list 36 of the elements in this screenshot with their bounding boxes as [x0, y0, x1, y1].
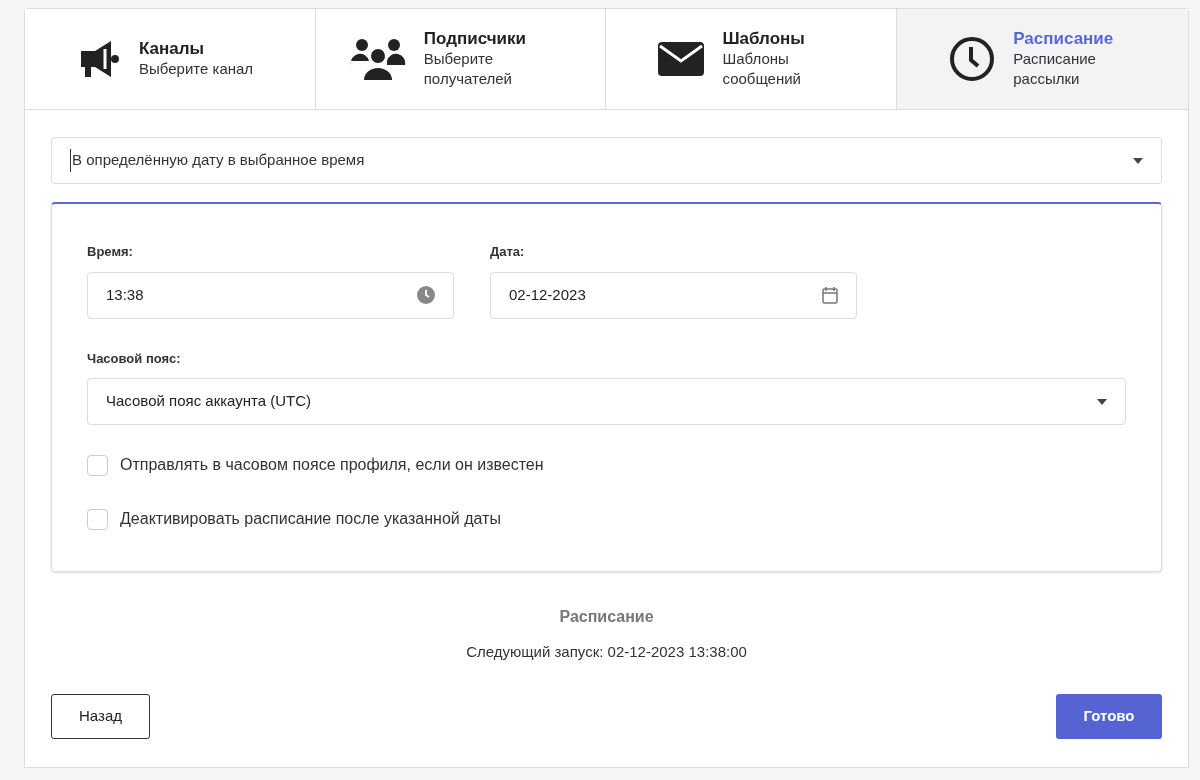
calendar-icon — [822, 286, 838, 304]
caret-icon — [1097, 398, 1107, 405]
step-subtitle: Выберите получателей — [423, 49, 513, 89]
schedule-type-select[interactable]: В определённую дату в выбранное время — [51, 137, 1162, 184]
time-field[interactable]: 13:38 — [87, 271, 454, 319]
step-subtitle: Расписание рассылки — [1013, 49, 1097, 89]
caret-icon — [1133, 157, 1143, 164]
step-title: Расписание — [1013, 29, 1115, 49]
date-field[interactable]: 02-12-2023 — [490, 271, 857, 319]
checkbox[interactable] — [87, 454, 108, 476]
field-value: 13:38 — [106, 284, 144, 305]
step-title: Каналы — [139, 39, 206, 59]
checkbox-label: Отправлять в часовом поясе профиля, если он известен — [120, 455, 544, 475]
users-icon — [349, 37, 406, 81]
next-run-text: Следующий запуск: 02-12-2023 13:38:00 — [465, 642, 748, 662]
done-button[interactable]: Готово — [1056, 694, 1162, 739]
step-title: Шаблоны — [722, 29, 806, 49]
step-title: Подписчики — [423, 29, 527, 49]
field-value: 02-12-2023 — [509, 284, 586, 305]
wizard-step[interactable]: Расписание Расписание рассылки — [897, 9, 1188, 109]
field-label: Дата: — [490, 243, 526, 261]
checkbox-label: Деактивировать расписание после указанной даты — [120, 509, 501, 529]
timezone-select[interactable]: Часовой пояс аккаунта (UTC) — [87, 378, 1126, 425]
clock-icon — [417, 286, 435, 304]
wizard-step[interactable]: Каналы Выберите канал — [25, 9, 316, 109]
checkbox[interactable] — [87, 508, 108, 530]
summary-title: Расписание — [558, 607, 655, 627]
field-value: Часовой пояс аккаунта (UTC) — [106, 391, 312, 412]
select-value: В определённую дату в выбранное время — [70, 149, 365, 172]
step-subtitle: Шаблоны сообщений — [722, 49, 802, 89]
field-label: Часовой пояс: — [87, 349, 182, 368]
back-button[interactable]: Назад — [51, 694, 150, 739]
field-label: Время: — [87, 243, 134, 261]
step-subtitle: Выберите канал — [139, 59, 255, 79]
clock-icon — [949, 36, 996, 82]
envelope-icon — [658, 42, 705, 76]
